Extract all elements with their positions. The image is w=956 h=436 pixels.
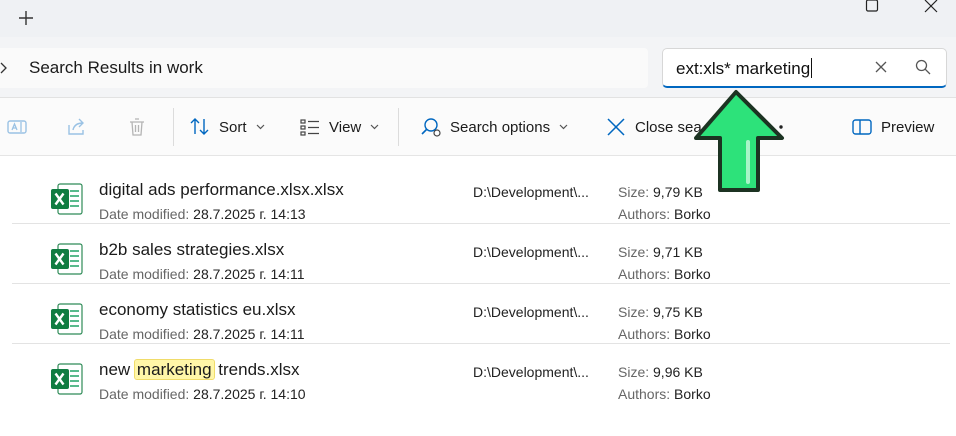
- file-size-label: Size:: [618, 304, 650, 320]
- file-size-value: 9,75 KB: [653, 304, 703, 320]
- file-name[interactable]: digital ads performance.xlsx.xlsx: [99, 180, 344, 200]
- list-item[interactable]: economy statistics eu.xlsx Date modified…: [12, 284, 950, 344]
- excel-file-icon: [51, 243, 83, 275]
- excel-file-icon: [51, 363, 83, 395]
- text-caret: [811, 58, 813, 78]
- file-date-label: Date modified:: [99, 206, 190, 222]
- clear-search-icon[interactable]: [871, 57, 891, 77]
- file-date-label: Date modified:: [99, 266, 190, 282]
- excel-file-icon: [51, 303, 83, 335]
- file-authors-label: Authors:: [618, 386, 671, 402]
- file-size-label: Size:: [618, 184, 650, 200]
- file-date-label: Date modified:: [99, 326, 190, 342]
- file-size: Size: 9,71 KB: [618, 244, 703, 260]
- file-name-prefix: new: [99, 360, 135, 379]
- file-name[interactable]: economy statistics eu.xlsx: [99, 300, 296, 320]
- preview-button[interactable]: Preview: [851, 98, 934, 156]
- search-options-icon: [421, 118, 441, 137]
- sort-button[interactable]: Sort: [189, 98, 265, 156]
- file-date: Date modified: 28.7.2025 г. 14:11: [99, 326, 305, 342]
- file-size-value: 9,96 KB: [653, 364, 703, 380]
- file-path: D:\Development\...: [473, 184, 589, 200]
- file-authors-value: Borko: [674, 266, 711, 282]
- close-search-button[interactable]: Close sea: [605, 98, 702, 156]
- file-path: D:\Development\...: [473, 304, 589, 320]
- file-name-suffix: trends.xlsx: [213, 360, 300, 379]
- chevron-right-icon[interactable]: [0, 58, 10, 78]
- file-date-value: 28.7.2025 г. 14:11: [193, 266, 305, 282]
- file-size-value: 9,71 KB: [653, 244, 703, 260]
- file-date: Date modified: 28.7.2025 г. 14:11: [99, 266, 305, 282]
- breadcrumb-text: Search Results in work: [29, 58, 203, 77]
- delete-button[interactable]: [126, 98, 148, 156]
- rename-icon: [7, 120, 27, 134]
- chevron-down-icon: [559, 124, 568, 130]
- file-name[interactable]: new marketing trends.xlsx: [99, 359, 300, 380]
- search-term-highlight: marketing: [133, 359, 215, 380]
- sort-label: Sort: [219, 118, 247, 136]
- file-authors: Authors: Borko: [618, 386, 711, 402]
- search-input-value: ext:xls* marketing: [676, 59, 811, 78]
- file-authors: Authors: Borko: [618, 266, 711, 282]
- maximize-icon: [865, 0, 879, 12]
- search-input[interactable]: ext:xls* marketing: [676, 58, 813, 79]
- file-date: Date modified: 28.7.2025 г. 14:13: [99, 206, 306, 222]
- file-date-value: 28.7.2025 г. 14:10: [193, 386, 306, 402]
- maximize-button[interactable]: [849, 0, 895, 14]
- list-item[interactable]: b2b sales strategies.xlsx Date modified:…: [12, 224, 950, 284]
- share-icon: [68, 118, 84, 135]
- view-label: View: [329, 118, 362, 136]
- list-item[interactable]: digital ads performance.xlsx.xlsx Date m…: [12, 164, 950, 224]
- search-options-label: Search options: [450, 118, 551, 136]
- close-icon: [924, 0, 938, 13]
- title-bar: [0, 0, 956, 37]
- share-button[interactable]: [65, 98, 87, 156]
- search-box[interactable]: ext:xls* marketing: [662, 48, 947, 88]
- file-path: D:\Development\...: [473, 364, 589, 380]
- annotation-arrow-icon: [694, 90, 784, 192]
- file-authors-label: Authors:: [618, 266, 671, 282]
- file-size: Size: 9,96 KB: [618, 364, 703, 380]
- close-window-button[interactable]: [908, 0, 954, 14]
- toolbar-divider: [173, 108, 174, 146]
- file-size: Size: 9,75 KB: [618, 304, 703, 320]
- file-name[interactable]: b2b sales strategies.xlsx: [99, 240, 284, 260]
- command-bar: Sort View Search options Close sea Previ…: [0, 98, 956, 156]
- file-authors-value: Borko: [674, 326, 711, 342]
- view-list-icon: [300, 119, 319, 136]
- file-date-label: Date modified:: [99, 386, 190, 402]
- new-tab-button[interactable]: [14, 6, 38, 30]
- file-authors-label: Authors:: [618, 326, 671, 342]
- file-date-value: 28.7.2025 г. 14:13: [193, 206, 306, 222]
- chevron-down-icon: [256, 124, 264, 130]
- chevron-down-icon: [370, 124, 379, 130]
- toolbar-divider: [398, 108, 399, 146]
- file-date-value: 28.7.2025 г. 14:11: [193, 326, 305, 342]
- preview-label: Preview: [881, 118, 935, 136]
- file-authors-value: Borko: [674, 206, 711, 222]
- preview-pane-icon: [852, 119, 872, 135]
- breadcrumb[interactable]: Search Results in work: [0, 48, 648, 88]
- rename-button[interactable]: [6, 98, 28, 156]
- file-date: Date modified: 28.7.2025 г. 14:10: [99, 386, 306, 402]
- file-size-label: Size:: [618, 364, 650, 380]
- close-icon: [607, 118, 625, 136]
- file-authors-label: Authors:: [618, 206, 671, 222]
- search-options-button[interactable]: Search options: [420, 98, 568, 156]
- file-authors: Authors: Borko: [618, 206, 711, 222]
- excel-file-icon: [51, 183, 83, 215]
- file-authors-value: Borko: [674, 386, 711, 402]
- trash-icon: [130, 118, 144, 136]
- list-item[interactable]: new marketing trends.xlsx Date modified:…: [12, 344, 950, 404]
- address-bar: Search Results in work ext:xls* marketin…: [0, 37, 956, 98]
- file-size-label: Size:: [618, 244, 650, 260]
- view-button[interactable]: View: [299, 98, 379, 156]
- file-path: D:\Development\...: [473, 244, 589, 260]
- file-authors: Authors: Borko: [618, 326, 711, 342]
- plus-icon: [19, 11, 33, 25]
- sort-icon: [190, 118, 209, 135]
- search-icon[interactable]: [914, 58, 932, 76]
